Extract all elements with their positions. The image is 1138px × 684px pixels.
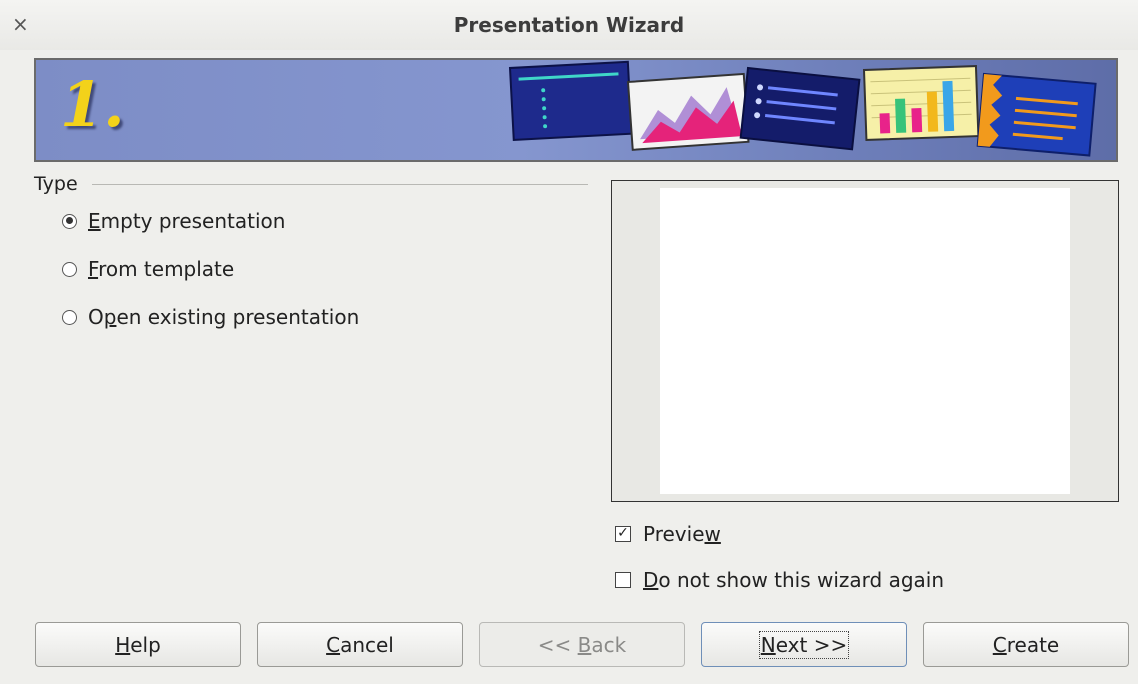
next-button[interactable]: Next >> <box>701 622 907 667</box>
radio-open-existing[interactable]: Open existing presentation <box>62 303 359 331</box>
radio-button[interactable] <box>62 213 77 229</box>
banner-slides-illustration <box>508 60 1097 157</box>
dont-show-checkbox[interactable] <box>615 572 631 588</box>
checkmark-icon: ✓ <box>617 525 629 541</box>
preview-checkbox[interactable]: ✓ <box>615 526 631 542</box>
radio-label: Empty presentation <box>88 209 286 233</box>
radio-button[interactable] <box>62 261 77 277</box>
create-button[interactable]: Create <box>923 622 1129 667</box>
group-divider <box>92 184 588 185</box>
wizard-banner: 1. <box>34 58 1118 162</box>
preview-checkbox-row[interactable]: ✓ Preview <box>615 520 721 548</box>
title-bar: × Presentation Wizard <box>0 0 1138 50</box>
radio-label: From template <box>88 257 235 281</box>
radio-button[interactable] <box>62 309 77 325</box>
preview-checkbox-label: Preview <box>643 522 721 546</box>
radio-empty-presentation[interactable]: Empty presentation <box>62 207 285 235</box>
radio-from-template[interactable]: From template <box>62 255 234 283</box>
dont-show-checkbox-row[interactable]: Do not show this wizard again <box>615 566 944 594</box>
preview-canvas <box>660 188 1070 494</box>
back-button[interactable]: << Back <box>479 622 685 667</box>
cancel-button[interactable]: Cancel <box>257 622 463 667</box>
radio-label: Open existing presentation <box>88 305 360 329</box>
dont-show-checkbox-label: Do not show this wizard again <box>643 568 945 592</box>
preview-frame <box>611 180 1119 502</box>
window-title: Presentation Wizard <box>453 13 685 37</box>
help-button[interactable]: Help <box>35 622 241 667</box>
type-group-label: Type <box>34 173 78 195</box>
